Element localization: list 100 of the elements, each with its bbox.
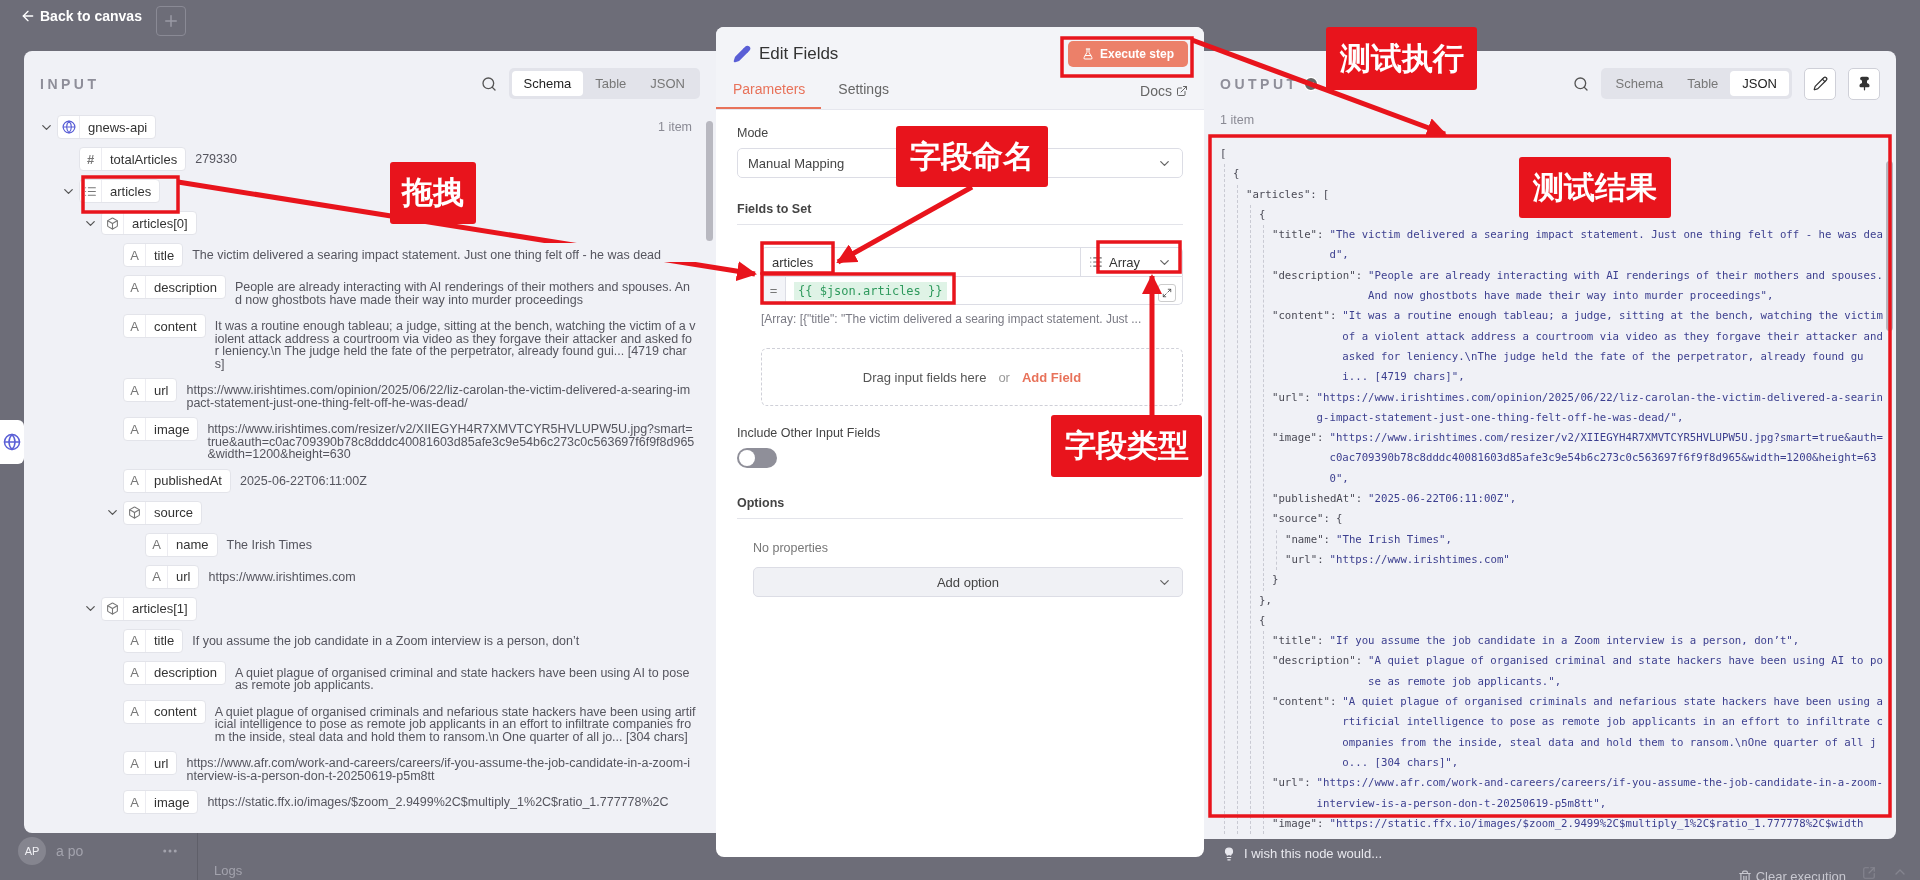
json-bracket: {	[1259, 206, 1266, 223]
item-count: 1 item	[1219, 112, 1256, 129]
json-bracket: {	[1335, 511, 1343, 528]
type-glyph: A	[130, 382, 139, 398]
type-glyph: A	[130, 633, 139, 648]
json-value: "https://www.afr.com/work-and-careers/careers/if-you-assume-the-job-candidate-in-a-zoom-interview-is-a-person-don-t-20250619-p5m8tt",	[1316, 775, 1884, 812]
cube-icon	[106, 602, 119, 615]
field-key-chip[interactable]: articles	[79, 179, 161, 203]
field-key-chip[interactable]: source	[123, 500, 203, 525]
field-key-chip[interactable]: A title	[123, 628, 184, 653]
panel-title: OUTPUT	[1220, 75, 1299, 92]
field-key-chip[interactable]: A image	[123, 790, 199, 814]
cube-icon	[128, 506, 141, 519]
field-key-chip[interactable]: # totalArticles	[79, 147, 187, 171]
json-key: "publishedAt":	[1272, 489, 1363, 510]
panel-title: INPUT	[40, 75, 100, 92]
docs-link[interactable]: Docs	[1140, 83, 1188, 109]
json-key: "title":	[1272, 631, 1324, 652]
view-tab[interactable]: Table	[583, 71, 639, 96]
add-node-button[interactable]	[155, 6, 186, 36]
json-bracket: }	[1272, 572, 1279, 589]
type-glyph: A	[152, 569, 161, 584]
expression-preview: [Array: [{"title": "The victim delivered a searing impact statement. Just ...	[761, 312, 1143, 326]
field-key-chip[interactable]: gnews-api	[57, 115, 157, 139]
field-key-chip[interactable]: A image	[123, 417, 199, 441]
json-bracket: {	[1233, 166, 1240, 183]
node-tab[interactable]	[0, 420, 24, 464]
pencil-icon	[1812, 76, 1828, 91]
pin-button[interactable]	[1848, 67, 1880, 100]
field-key-chip[interactable]: A url	[123, 378, 178, 402]
json-key: "content":	[1272, 692, 1337, 713]
globe-icon	[3, 433, 21, 451]
type-glyph: A	[130, 279, 139, 295]
json-key: "description":	[1272, 265, 1363, 287]
annotation-label: 测试执行	[1326, 27, 1477, 90]
scrollbar[interactable]	[705, 121, 713, 241]
json-key: "name":	[1285, 529, 1331, 550]
json-key: "image":	[1272, 428, 1324, 449]
annotation-label: 测试结果	[1519, 157, 1671, 218]
flask-icon	[1081, 48, 1094, 60]
field-key-chip[interactable]: A content	[123, 314, 206, 338]
type-glyph: A	[130, 473, 139, 488]
search-icon[interactable]	[480, 75, 497, 92]
annotation-label: 拖拽	[390, 162, 476, 224]
json-value: "https://www.irishtimes.com/opinion/2025/06/22/liz-carolan-the-victim-delivered-a-searing-impact-statement-just-one-thing-felt-off-he-was-dead/",	[1316, 389, 1884, 426]
json-key: "image":	[1272, 813, 1324, 835]
field-key-chip[interactable]: A publishedAt	[123, 468, 231, 493]
expand-icon[interactable]	[1158, 283, 1176, 302]
pin-icon	[1856, 76, 1872, 91]
view-tab[interactable]: JSON	[1730, 71, 1789, 96]
json-key: "url":	[1285, 549, 1324, 571]
back-to-canvas-link[interactable]: Back to canvas	[20, 8, 142, 24]
field-key-chip[interactable]: A url	[145, 564, 200, 589]
json-key: "source":	[1272, 509, 1330, 530]
json-value: "https://www.irishtimes.com/resizer/v2/XIIEGYH4R7XMVTCYR5HVLUPW5U.jpg?smart=true&auth=c0ac709390b78c8dddc40081603d85afe3c9e54b6c273c0c563697f6f9f8d965&width=1200&height=630",	[1329, 430, 1884, 487]
json-key: "url":	[1272, 387, 1311, 408]
json-key: "description":	[1272, 651, 1363, 672]
field-label: Include Other Input Fields	[737, 426, 882, 440]
section-title: Fields to Set	[737, 202, 1183, 225]
lightbulb-icon	[1222, 846, 1236, 861]
annotation-label: 字段类型	[1051, 415, 1202, 477]
type-glyph: #	[86, 151, 95, 167]
drop-zone[interactable]: Drag input fields here or Add Field	[761, 348, 1183, 406]
field-key-chip[interactable]: A title	[123, 243, 184, 267]
annotation-label: 字段命名	[896, 126, 1048, 187]
search-icon[interactable]	[1572, 75, 1589, 92]
json-value: "https://static.ffx.io/images/$zoom_2.9499%2C$multiply_1%2C$ratio_1.777778%2C$width	[1329, 815, 1865, 832]
json-key: "title":	[1272, 225, 1324, 246]
field-key-chip[interactable]: articles[1]	[101, 596, 197, 621]
json-key: "content":	[1272, 306, 1337, 327]
field-key-chip[interactable]: A description	[123, 275, 226, 299]
field-key-chip[interactable]: A name	[145, 532, 218, 557]
external-link-icon	[1176, 85, 1188, 97]
json-value: "2025-06-22T06:11:00Z",	[1368, 491, 1518, 508]
edit-button[interactable]	[1804, 67, 1836, 100]
type-glyph: A	[130, 318, 139, 334]
feedback-prompt[interactable]: I wish this node would...	[1244, 846, 1383, 861]
expression-field[interactable]: = {{ $json.articles }}	[761, 277, 1183, 305]
empty-message: No properties	[753, 541, 830, 555]
view-tab[interactable]: JSON	[638, 71, 697, 96]
field-key-chip[interactable]: A content	[123, 699, 206, 724]
panel-tab[interactable]: Settings	[821, 81, 905, 109]
field-label: Mode	[737, 126, 770, 140]
view-tab[interactable]: Table	[1675, 71, 1731, 96]
field-key-chip[interactable]: A url	[123, 751, 178, 775]
json-bracket: },	[1259, 592, 1272, 609]
scrollbar[interactable]	[1885, 161, 1893, 331]
view-tab[interactable]: Schema	[1603, 71, 1676, 96]
json-value: "A quiet plague of organised criminals and nefarious state hackers have been using artificial intelligence to pose as remote job applicants in an effort to infiltrate companies from the inside, steal data and hold them to ransom.\nOne quarter of all jo... [304 chars]",	[1342, 694, 1884, 771]
json-bracket: [	[1322, 186, 1330, 203]
view-tab[interactable]: Schema	[511, 71, 584, 96]
trash-icon	[1737, 869, 1752, 880]
json-key: "url":	[1272, 773, 1311, 794]
type-glyph: A	[130, 704, 139, 719]
toggle-switch[interactable]	[737, 448, 777, 468]
type-glyph: A	[130, 247, 139, 263]
json-key: "articles":	[1246, 184, 1317, 205]
add-option-button[interactable]: Add option	[753, 567, 1183, 597]
cube-icon	[106, 216, 119, 230]
field-key-chip[interactable]: A description	[123, 660, 226, 685]
